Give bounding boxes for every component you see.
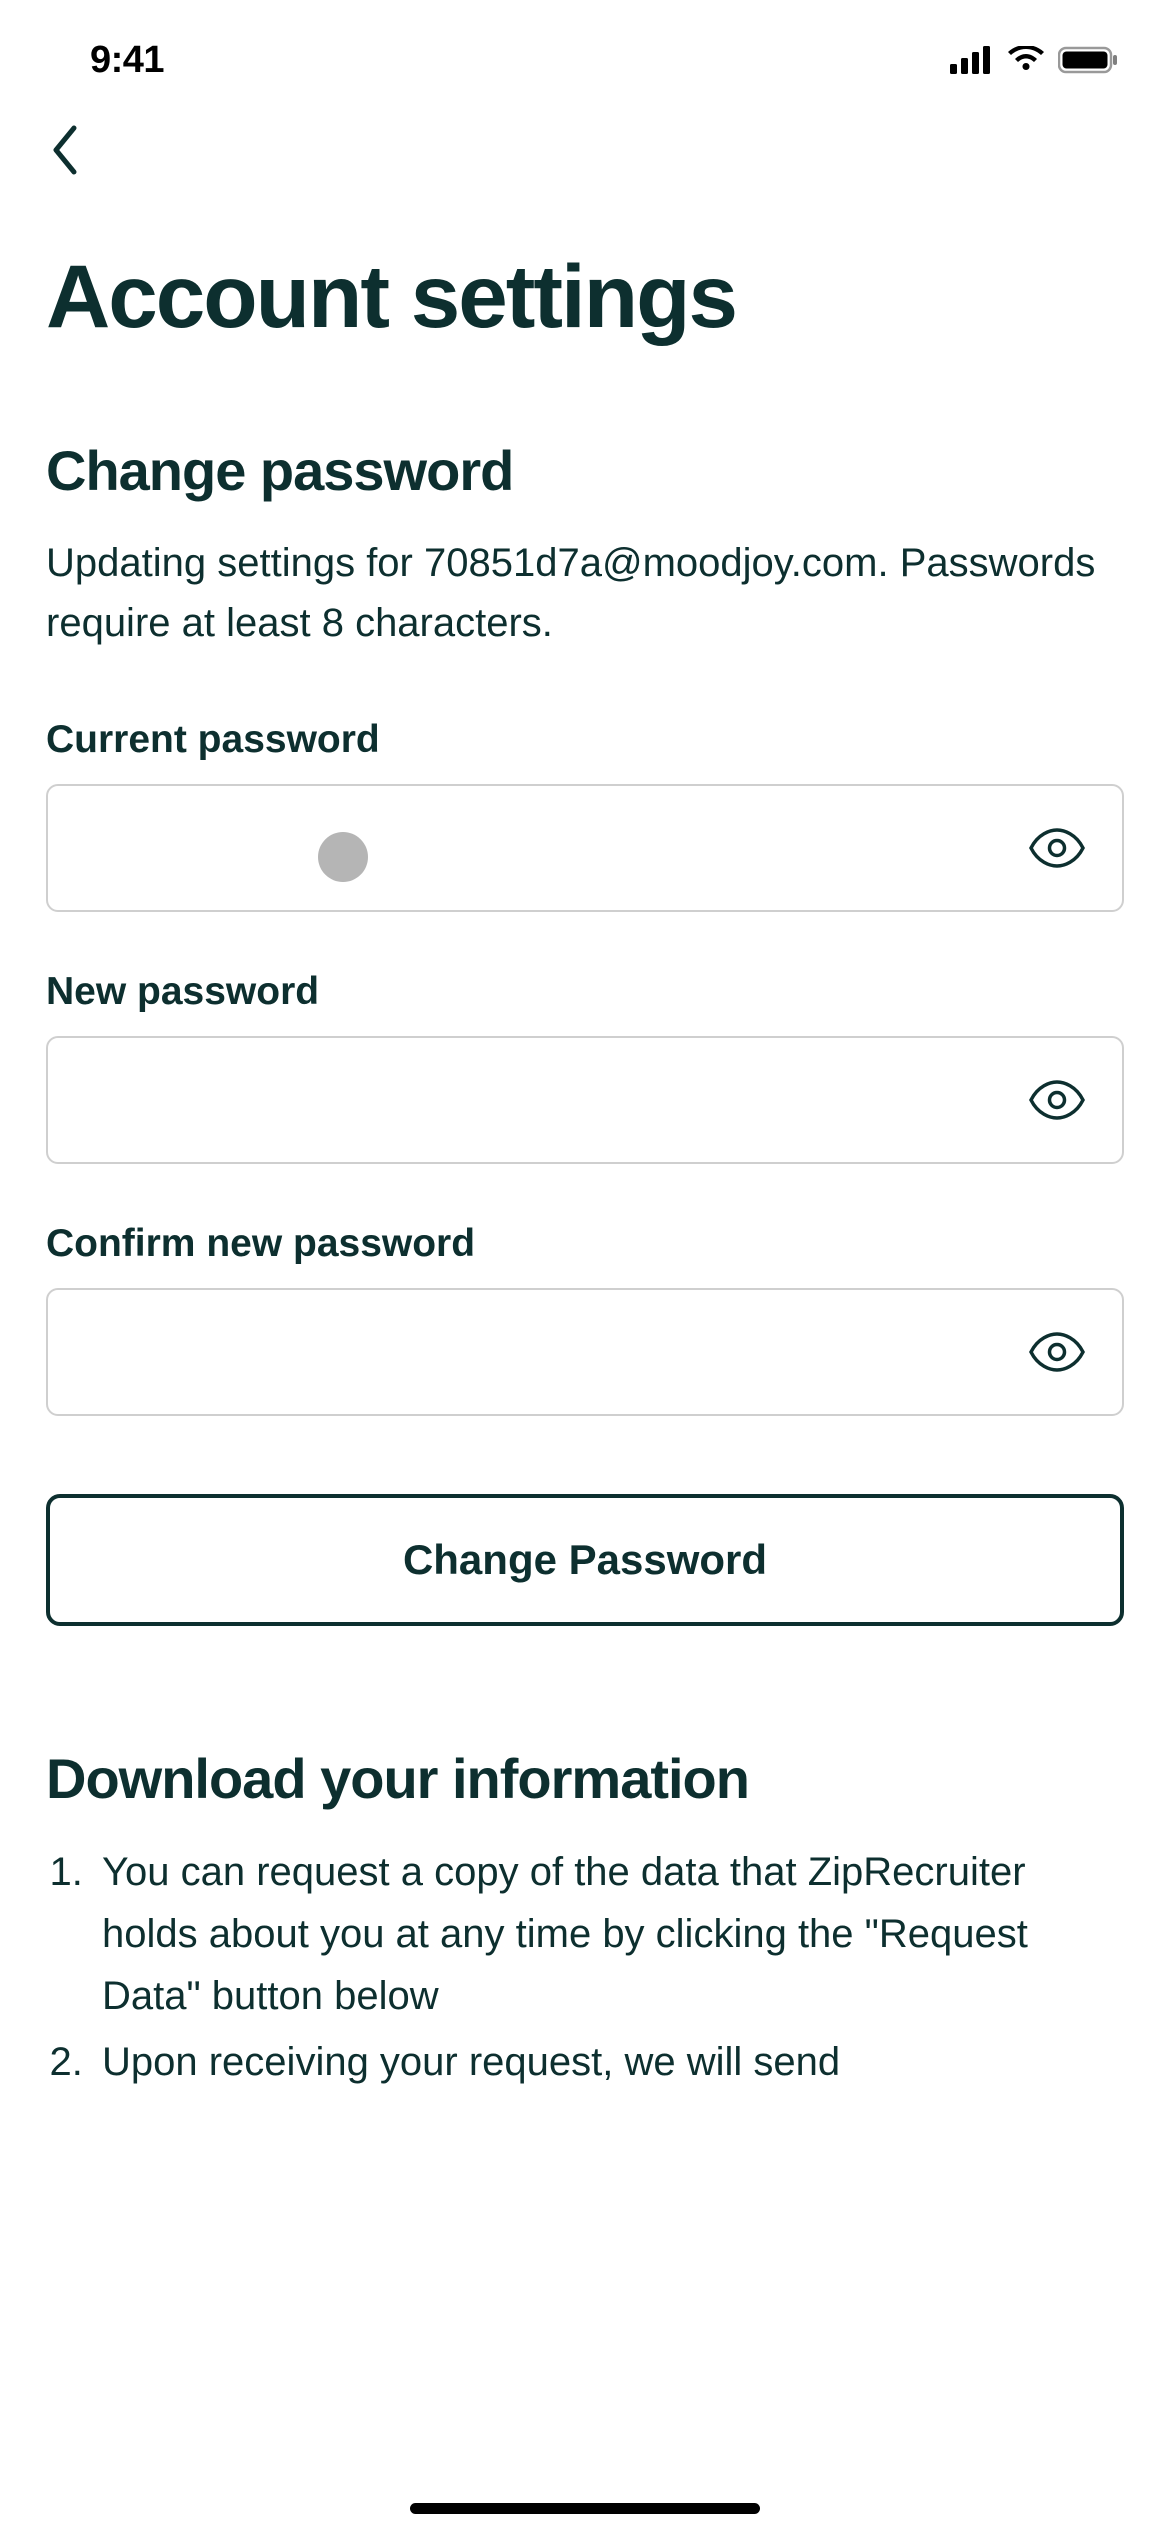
page-title: Account settings (46, 250, 1124, 343)
chevron-left-icon (50, 124, 80, 176)
new-password-input[interactable] (46, 1036, 1124, 1164)
change-password-button[interactable]: Change Password (46, 1494, 1124, 1626)
cellular-signal-icon (950, 46, 994, 74)
download-info-list: You can request a copy of the data that … (46, 1841, 1124, 2093)
wifi-icon (1006, 46, 1046, 74)
confirm-password-input[interactable] (46, 1288, 1124, 1416)
change-password-description: Updating settings for 70851d7a@moodjoy.c… (46, 533, 1124, 653)
current-password-field-wrap (46, 784, 1124, 912)
change-password-heading: Change password (46, 438, 1124, 503)
list-item: You can request a copy of the data that … (94, 1841, 1124, 2027)
new-password-label: New password (46, 970, 1124, 1014)
back-button[interactable] (50, 120, 110, 180)
nav-bar (0, 100, 1170, 200)
eye-icon (1028, 828, 1086, 868)
eye-icon (1028, 1332, 1086, 1372)
confirm-password-label: Confirm new password (46, 1222, 1124, 1266)
new-password-field-wrap (46, 1036, 1124, 1164)
toggle-confirm-password-visibility[interactable] (1028, 1323, 1086, 1381)
status-time: 9:41 (90, 39, 164, 82)
current-password-label: Current password (46, 718, 1124, 762)
download-info-heading: Download your information (46, 1746, 1124, 1811)
toggle-new-password-visibility[interactable] (1028, 1071, 1086, 1129)
toggle-current-password-visibility[interactable] (1028, 819, 1086, 877)
battery-icon (1058, 46, 1120, 74)
current-password-input[interactable] (46, 784, 1124, 912)
eye-icon (1028, 1080, 1086, 1120)
list-item: Upon receiving your request, we will sen… (94, 2031, 1124, 2093)
main-content: Account settings Change password Updatin… (0, 200, 1170, 2093)
confirm-password-field-wrap (46, 1288, 1124, 1416)
status-icons (950, 46, 1120, 74)
status-bar: 9:41 (0, 0, 1170, 100)
home-indicator (410, 2503, 760, 2514)
